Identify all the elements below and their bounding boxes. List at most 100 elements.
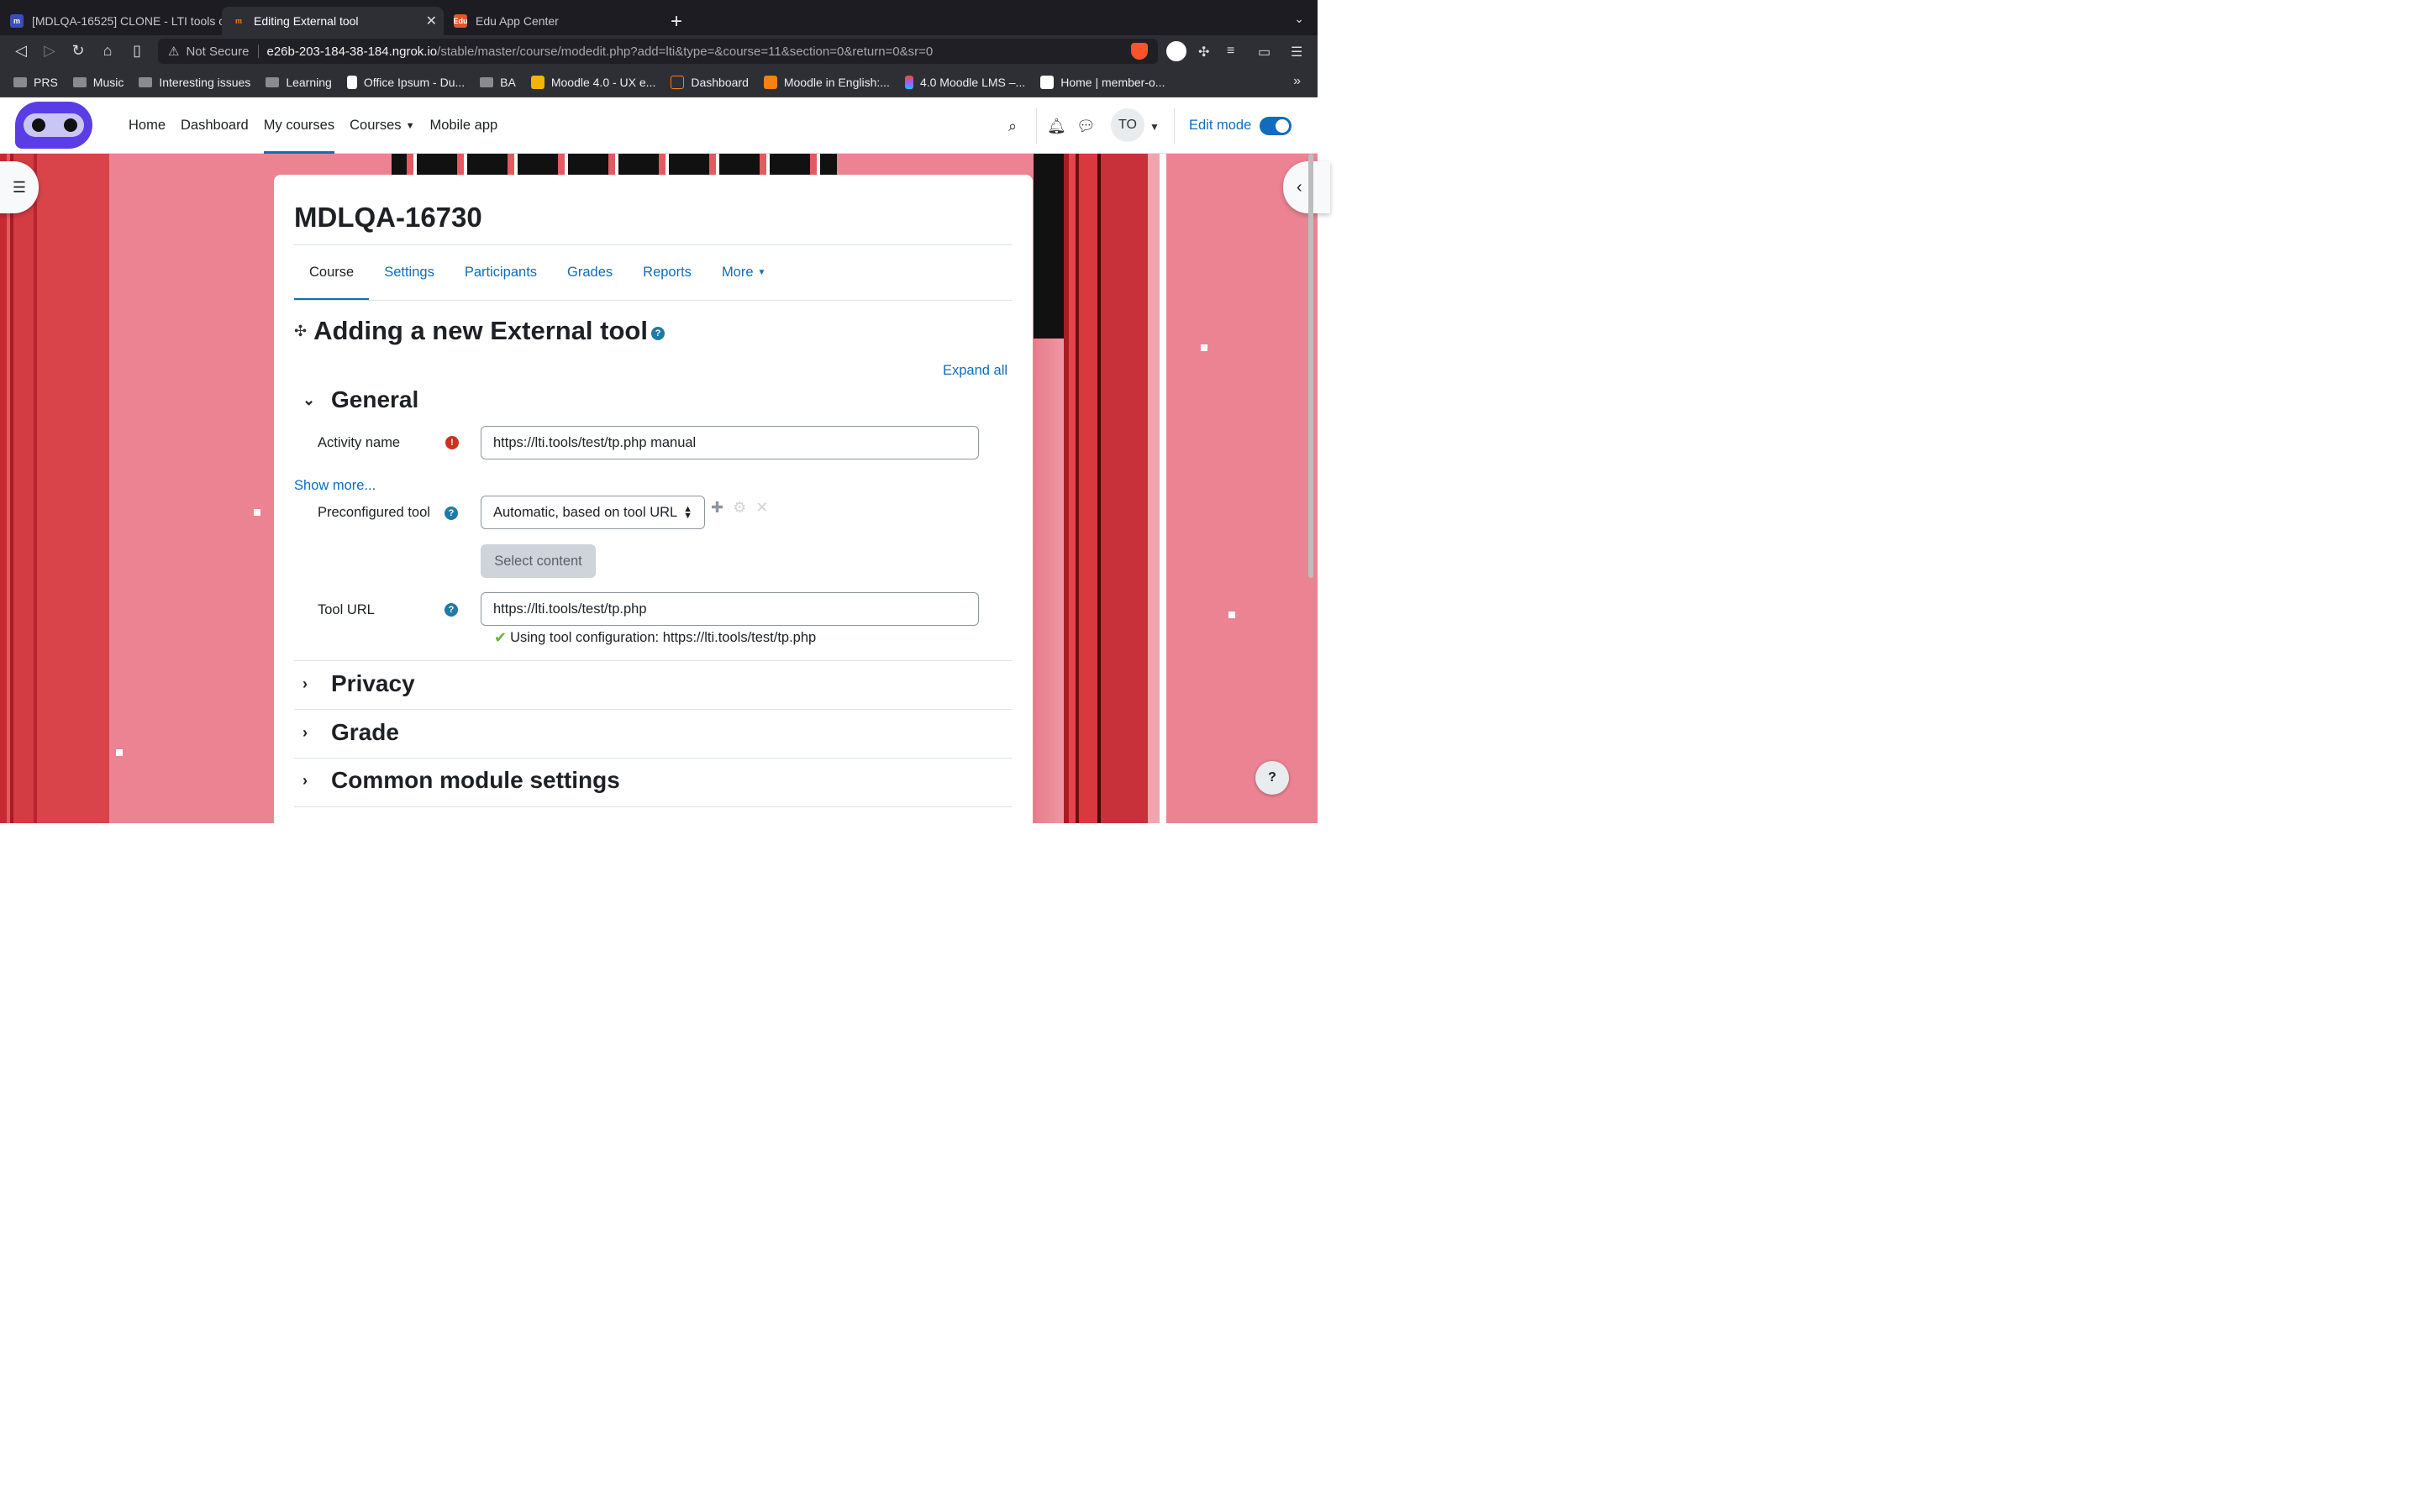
tool-config-status: ✔ Using tool configuration: https://lti.… [494, 629, 816, 647]
url-separator [257, 45, 259, 58]
close-tab-icon[interactable]: ✕ [426, 13, 437, 29]
notifications-bell-icon[interactable]: 🔔︎ [1047, 118, 1066, 135]
chevron-right-icon: › [302, 771, 308, 789]
back-icon[interactable]: ◁ [12, 42, 30, 60]
tab-course[interactable]: Course [294, 244, 370, 301]
tab-grades[interactable]: Grades [552, 244, 628, 300]
primary-navigation: Home Dashboard My courses Courses ▼ Mobil… [129, 97, 513, 154]
moodle-header: Home Dashboard My courses Courses ▼ Mobil… [0, 97, 1318, 154]
tab-more[interactable]: More ▼ [707, 244, 781, 300]
bookmark-link[interactable]: Moodle 4.0 - UX e... [530, 75, 656, 89]
background-pixel-art [392, 154, 837, 175]
more-bookmarks-icon[interactable]: » [1293, 74, 1301, 89]
section-general-header[interactable]: ⌄ General [302, 386, 418, 413]
course-title: MDLQA-16730 [294, 202, 482, 233]
bookmark-label: Moodle in English:... [783, 75, 890, 89]
preconfigured-tool-select[interactable]: Automatic, based on tool URL ▲ ▼ [481, 496, 705, 529]
close-icon[interactable]: ✕ [755, 499, 768, 516]
browser-tab-bar: m [MDLQA-16525] CLONE - LTI tools c m Ed… [0, 0, 1318, 35]
nav-mobile-app[interactable]: Mobile app [429, 97, 497, 154]
bookmark-label: Moodle 4.0 - UX e... [550, 75, 656, 89]
section-common-module-settings-header[interactable]: › Common module settings [302, 767, 620, 794]
bookmark-link[interactable]: 4.0 Moodle LMS –... [904, 75, 1025, 89]
list-icon: ☰ [12, 178, 27, 196]
forward-icon[interactable]: ▷ [40, 42, 59, 60]
edit-mode-toggle[interactable] [1260, 117, 1292, 135]
gear-icon[interactable]: ⚙ [733, 499, 746, 516]
bookmark-folder[interactable]: BA [480, 76, 516, 89]
page-title: Adding a new External tool [313, 316, 648, 345]
block-drawer-toggle[interactable]: ‹ [1283, 161, 1330, 213]
nav-dashboard[interactable]: Dashboard [181, 97, 249, 154]
warning-icon: ⚠ [168, 45, 180, 59]
section-title: Grade [331, 719, 399, 745]
tab-settings[interactable]: Settings [369, 244, 450, 300]
help-icon[interactable]: ? [445, 507, 458, 520]
divider [294, 709, 1012, 710]
nav-my-courses[interactable]: My courses [263, 97, 335, 154]
search-icon[interactable]: ⌕ [1008, 118, 1017, 135]
add-tool-icon[interactable]: ✚ [711, 499, 723, 516]
bookmark-label: PRS [34, 75, 58, 89]
show-more-link[interactable]: Show more... [294, 478, 376, 494]
section-title: Privacy [331, 670, 415, 696]
security-label: Not Secure [186, 44, 250, 59]
browser-tab[interactable]: Edu Edu App Center [444, 7, 662, 35]
tab-reports[interactable]: Reports [628, 244, 707, 300]
wallet-icon[interactable]: ▭ [1258, 44, 1270, 60]
bookmark-label: Office Ipsum - Du... [363, 75, 466, 89]
bookmark-label: Learning [286, 75, 332, 89]
select-content-button[interactable]: Select content [481, 544, 596, 578]
course-secondary-navigation: Course Settings Participants Grades Repo… [294, 244, 781, 301]
activity-name-input[interactable] [481, 426, 979, 459]
help-icon[interactable]: ? [650, 327, 665, 340]
preconfigured-tool-label: Preconfigured tool [318, 505, 430, 520]
bookmark-link[interactable]: Office Ipsum - Du... [346, 75, 466, 89]
page-scrollbar[interactable] [1308, 154, 1313, 578]
divider [294, 300, 1012, 301]
tab-participants[interactable]: Participants [450, 244, 552, 300]
chevron-down-icon: ▼ [405, 120, 415, 131]
reading-list-icon[interactable]: ≡ [1227, 44, 1234, 59]
browser-tab-active[interactable]: m Editing External tool ✕ [222, 7, 444, 35]
extensions-puzzle-icon[interactable]: ✣ [1198, 44, 1209, 60]
bookmark-label: BA [500, 75, 516, 89]
bookmark-folder[interactable]: Interesting issues [139, 76, 250, 89]
new-tab-icon[interactable]: + [671, 10, 682, 34]
bookmark-link[interactable]: Home | member-o... [1040, 75, 1165, 89]
messages-chat-icon[interactable]: 💬︎ [1076, 118, 1096, 135]
logo-eye [64, 118, 77, 132]
bookmark-link[interactable]: Moodle in English:... [763, 75, 890, 89]
url-bar[interactable]: ⚠ Not Secure e26b-203-184-38-184.ngrok.i… [158, 39, 1158, 64]
tool-url-input[interactable] [481, 592, 979, 626]
bookmark-folder[interactable]: Music [72, 76, 124, 89]
brave-shield-icon[interactable] [1131, 43, 1148, 60]
nav-courses[interactable]: Courses ▼ [350, 97, 414, 154]
browser-tab[interactable]: m [MDLQA-16525] CLONE - LTI tools c [0, 7, 222, 35]
slides-icon [530, 75, 544, 89]
section-grade-header[interactable]: › Grade [302, 719, 399, 746]
section-privacy-header[interactable]: › Privacy [302, 670, 415, 697]
menu-icon[interactable]: ☰ [1291, 44, 1302, 60]
help-icon[interactable]: ? [445, 603, 458, 617]
help-footer-button[interactable]: ? [1255, 761, 1289, 795]
tab-list-chevron-icon[interactable]: ⌄ [1294, 12, 1304, 26]
user-avatar[interactable]: TO [1111, 108, 1144, 142]
user-menu-chevron-icon[interactable]: ▼ [1150, 121, 1160, 133]
divider [294, 758, 1012, 759]
translate-extension-icon[interactable] [1166, 41, 1186, 61]
activity-name-label: Activity name [318, 435, 401, 450]
bookmark-folder[interactable]: Learning [266, 76, 332, 89]
bookmark-folder[interactable]: PRS [13, 76, 58, 89]
bookmark-icon[interactable]: ▯ [128, 42, 146, 60]
chevron-down-icon: ⌄ [302, 391, 316, 408]
site-logo[interactable] [15, 102, 92, 149]
tab-title: [MDLQA-16525] CLONE - LTI tools c [32, 14, 222, 28]
reload-icon[interactable]: ↻ [69, 42, 87, 60]
bookmark-link[interactable]: Dashboard [671, 75, 749, 89]
expand-all-link[interactable]: Expand all [943, 363, 1007, 379]
home-icon[interactable]: ⌂ [98, 42, 117, 60]
nav-home[interactable]: Home [129, 97, 166, 154]
folder-icon [13, 76, 27, 87]
folder-icon [266, 76, 280, 87]
